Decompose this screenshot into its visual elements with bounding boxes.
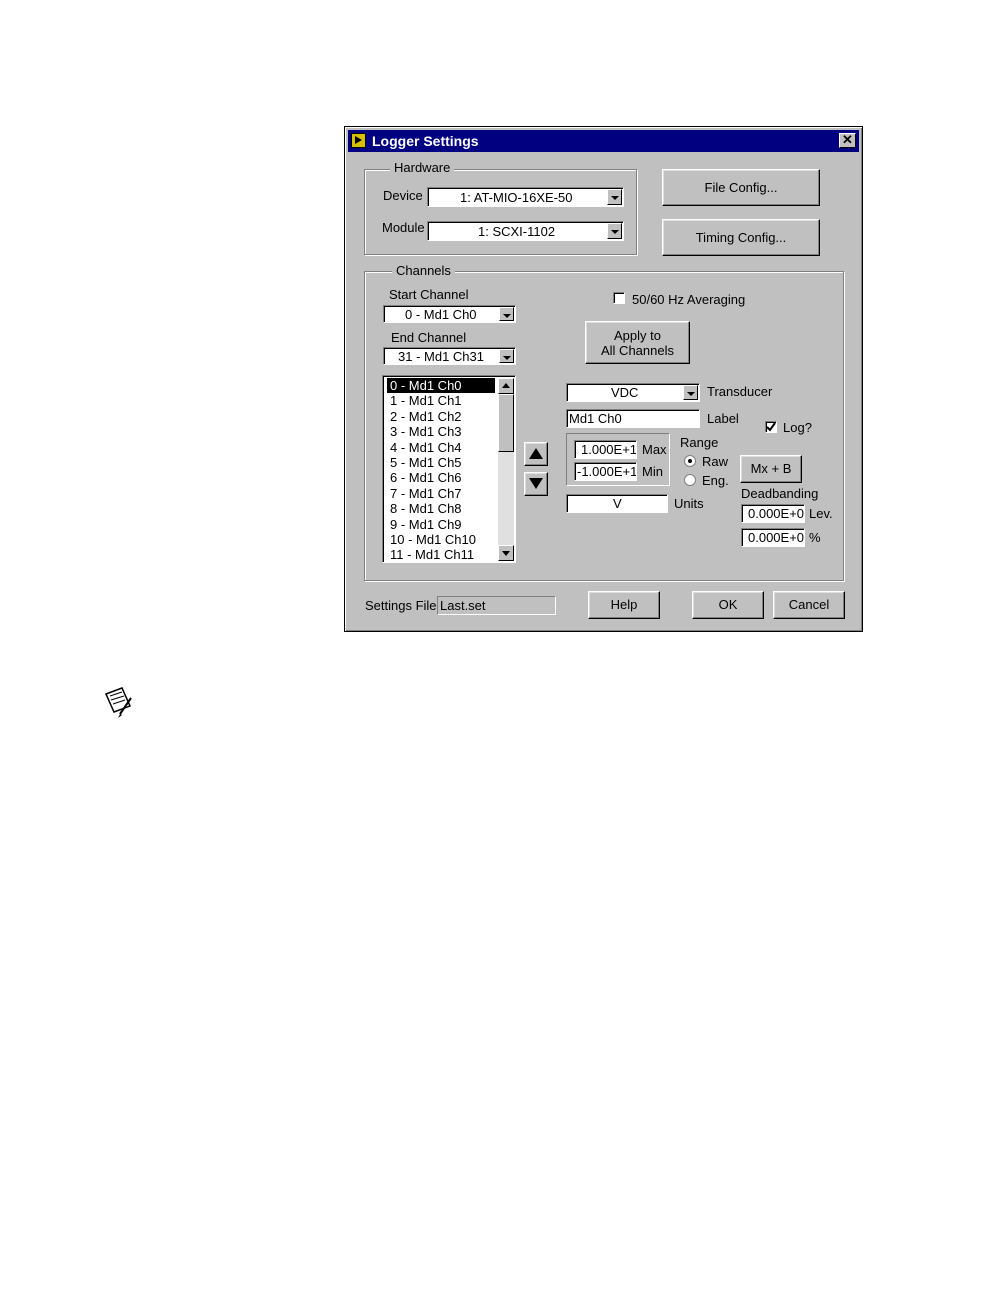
units-label: Units xyxy=(674,496,704,511)
ok-button[interactable]: OK xyxy=(692,591,764,619)
list-item[interactable]: 1 - Md1 Ch1 xyxy=(387,393,495,408)
min-label: Min xyxy=(642,464,663,479)
channels-legend: Channels xyxy=(392,263,455,278)
close-icon: ✕ xyxy=(842,132,853,147)
scroll-up-button[interactable] xyxy=(498,378,514,394)
chevron-down-icon[interactable] xyxy=(607,223,622,239)
eng-radio[interactable] xyxy=(684,474,696,486)
apply-line-2: All Channels xyxy=(601,343,674,358)
list-item[interactable]: 4 - Md1 Ch4 xyxy=(387,440,495,455)
list-item[interactable]: 11 - Md1 Ch11 xyxy=(387,547,495,562)
units-input[interactable]: V xyxy=(566,494,668,513)
label-input[interactable]: Md1 Ch0 xyxy=(566,409,700,428)
averaging-label: 50/60 Hz Averaging xyxy=(632,292,746,307)
close-button[interactable]: ✕ xyxy=(839,133,856,148)
label-label: Label xyxy=(707,411,739,426)
arrow-down-icon xyxy=(502,551,510,556)
log-label: Log? xyxy=(783,420,812,435)
list-item[interactable]: 2 - Md1 Ch2 xyxy=(387,409,495,424)
apply-line-1: Apply to xyxy=(614,328,661,343)
help-button[interactable]: Help xyxy=(588,591,660,619)
triangle-down-icon xyxy=(529,478,543,489)
list-item[interactable]: 8 - Md1 Ch8 xyxy=(387,501,495,516)
module-label: Module xyxy=(382,220,425,235)
device-label: Device xyxy=(383,188,423,203)
title-bar[interactable]: Logger Settings ✕ xyxy=(348,130,859,152)
max-label: Max xyxy=(642,442,667,457)
checkmark-icon xyxy=(766,422,776,432)
list-item[interactable]: 5 - Md1 Ch5 xyxy=(387,455,495,470)
range-label: Range xyxy=(680,435,719,450)
channel-list-items: 0 - Md1 Ch0 1 - Md1 Ch1 2 - Md1 Ch2 3 - Md1… xyxy=(387,378,495,563)
hardware-group xyxy=(364,169,637,255)
list-item[interactable]: 10 - Md1 Ch10 xyxy=(387,532,495,547)
list-item[interactable]: 9 - Md1 Ch9 xyxy=(387,517,495,532)
module-select[interactable]: 1: SCXI-1102 xyxy=(427,221,624,241)
deadband-level-input[interactable]: 0.000E+0 xyxy=(741,504,805,523)
triangle-up-icon xyxy=(529,448,543,459)
end-channel-value: 31 - Md1 Ch31 xyxy=(398,349,484,364)
window-title: Logger Settings xyxy=(372,133,479,149)
max-input[interactable]: 1.000E+1 xyxy=(574,440,637,459)
list-item[interactable]: 3 - Md1 Ch3 xyxy=(387,424,495,439)
min-input[interactable]: -1.000E+1 xyxy=(574,462,637,481)
end-channel-label: End Channel xyxy=(391,330,467,345)
deadband-level-label: Lev. xyxy=(809,506,833,521)
eng-label: Eng. xyxy=(702,473,729,488)
raw-radio[interactable] xyxy=(684,455,696,467)
log-checkbox[interactable] xyxy=(765,421,777,433)
scroll-thumb[interactable] xyxy=(498,394,514,452)
chevron-down-icon[interactable] xyxy=(499,307,514,321)
device-value: 1: AT-MIO-16XE-50 xyxy=(460,190,573,205)
cancel-button[interactable]: Cancel xyxy=(773,591,845,619)
chevron-down-icon[interactable] xyxy=(607,189,622,205)
arrow-up-icon xyxy=(502,383,510,388)
list-item[interactable]: 0 - Md1 Ch0 xyxy=(387,378,495,394)
labview-app-icon xyxy=(351,133,366,148)
channel-list-scrollbar[interactable] xyxy=(498,378,514,561)
transducer-label: Transducer xyxy=(707,384,773,399)
raw-label: Raw xyxy=(702,454,729,469)
file-config-button[interactable]: File Config... xyxy=(662,169,820,206)
move-down-button[interactable] xyxy=(524,472,548,496)
transducer-value: VDC xyxy=(611,385,639,400)
chevron-down-icon[interactable] xyxy=(499,349,514,363)
timing-config-button[interactable]: Timing Config... xyxy=(662,219,820,256)
end-channel-select[interactable]: 31 - Md1 Ch31 xyxy=(383,347,516,365)
transducer-select[interactable]: VDC xyxy=(566,383,700,402)
averaging-checkbox[interactable] xyxy=(613,292,625,304)
channel-list[interactable]: 0 - Md1 Ch0 1 - Md1 Ch1 2 - Md1 Ch2 3 - Md1… xyxy=(382,375,516,563)
chevron-down-icon[interactable] xyxy=(683,385,698,400)
move-up-button[interactable] xyxy=(524,442,548,466)
list-item[interactable]: 7 - Md1 Ch7 xyxy=(387,486,495,501)
hardware-legend: Hardware xyxy=(390,160,455,175)
start-channel-label: Start Channel xyxy=(389,287,469,302)
note-icon xyxy=(100,686,136,722)
start-channel-value: 0 - Md1 Ch0 xyxy=(405,307,477,322)
module-value: 1: SCXI-1102 xyxy=(478,224,556,239)
device-select[interactable]: 1: AT-MIO-16XE-50 xyxy=(427,187,624,207)
settings-file-value: Last.set xyxy=(437,596,556,615)
deadband-percent-label: % xyxy=(809,530,821,545)
start-channel-select[interactable]: 0 - Md1 Ch0 xyxy=(383,305,516,323)
scroll-down-button[interactable] xyxy=(498,545,514,561)
mx-plus-b-button[interactable]: Mx + B xyxy=(740,455,802,483)
deadbanding-label: Deadbanding xyxy=(741,486,819,501)
apply-all-channels-button[interactable]: Apply to All Channels xyxy=(585,321,690,364)
settings-file-label: Settings File xyxy=(365,598,437,613)
deadband-percent-input[interactable]: 0.000E+0 xyxy=(741,528,805,547)
list-item[interactable]: 6 - Md1 Ch6 xyxy=(387,470,495,485)
